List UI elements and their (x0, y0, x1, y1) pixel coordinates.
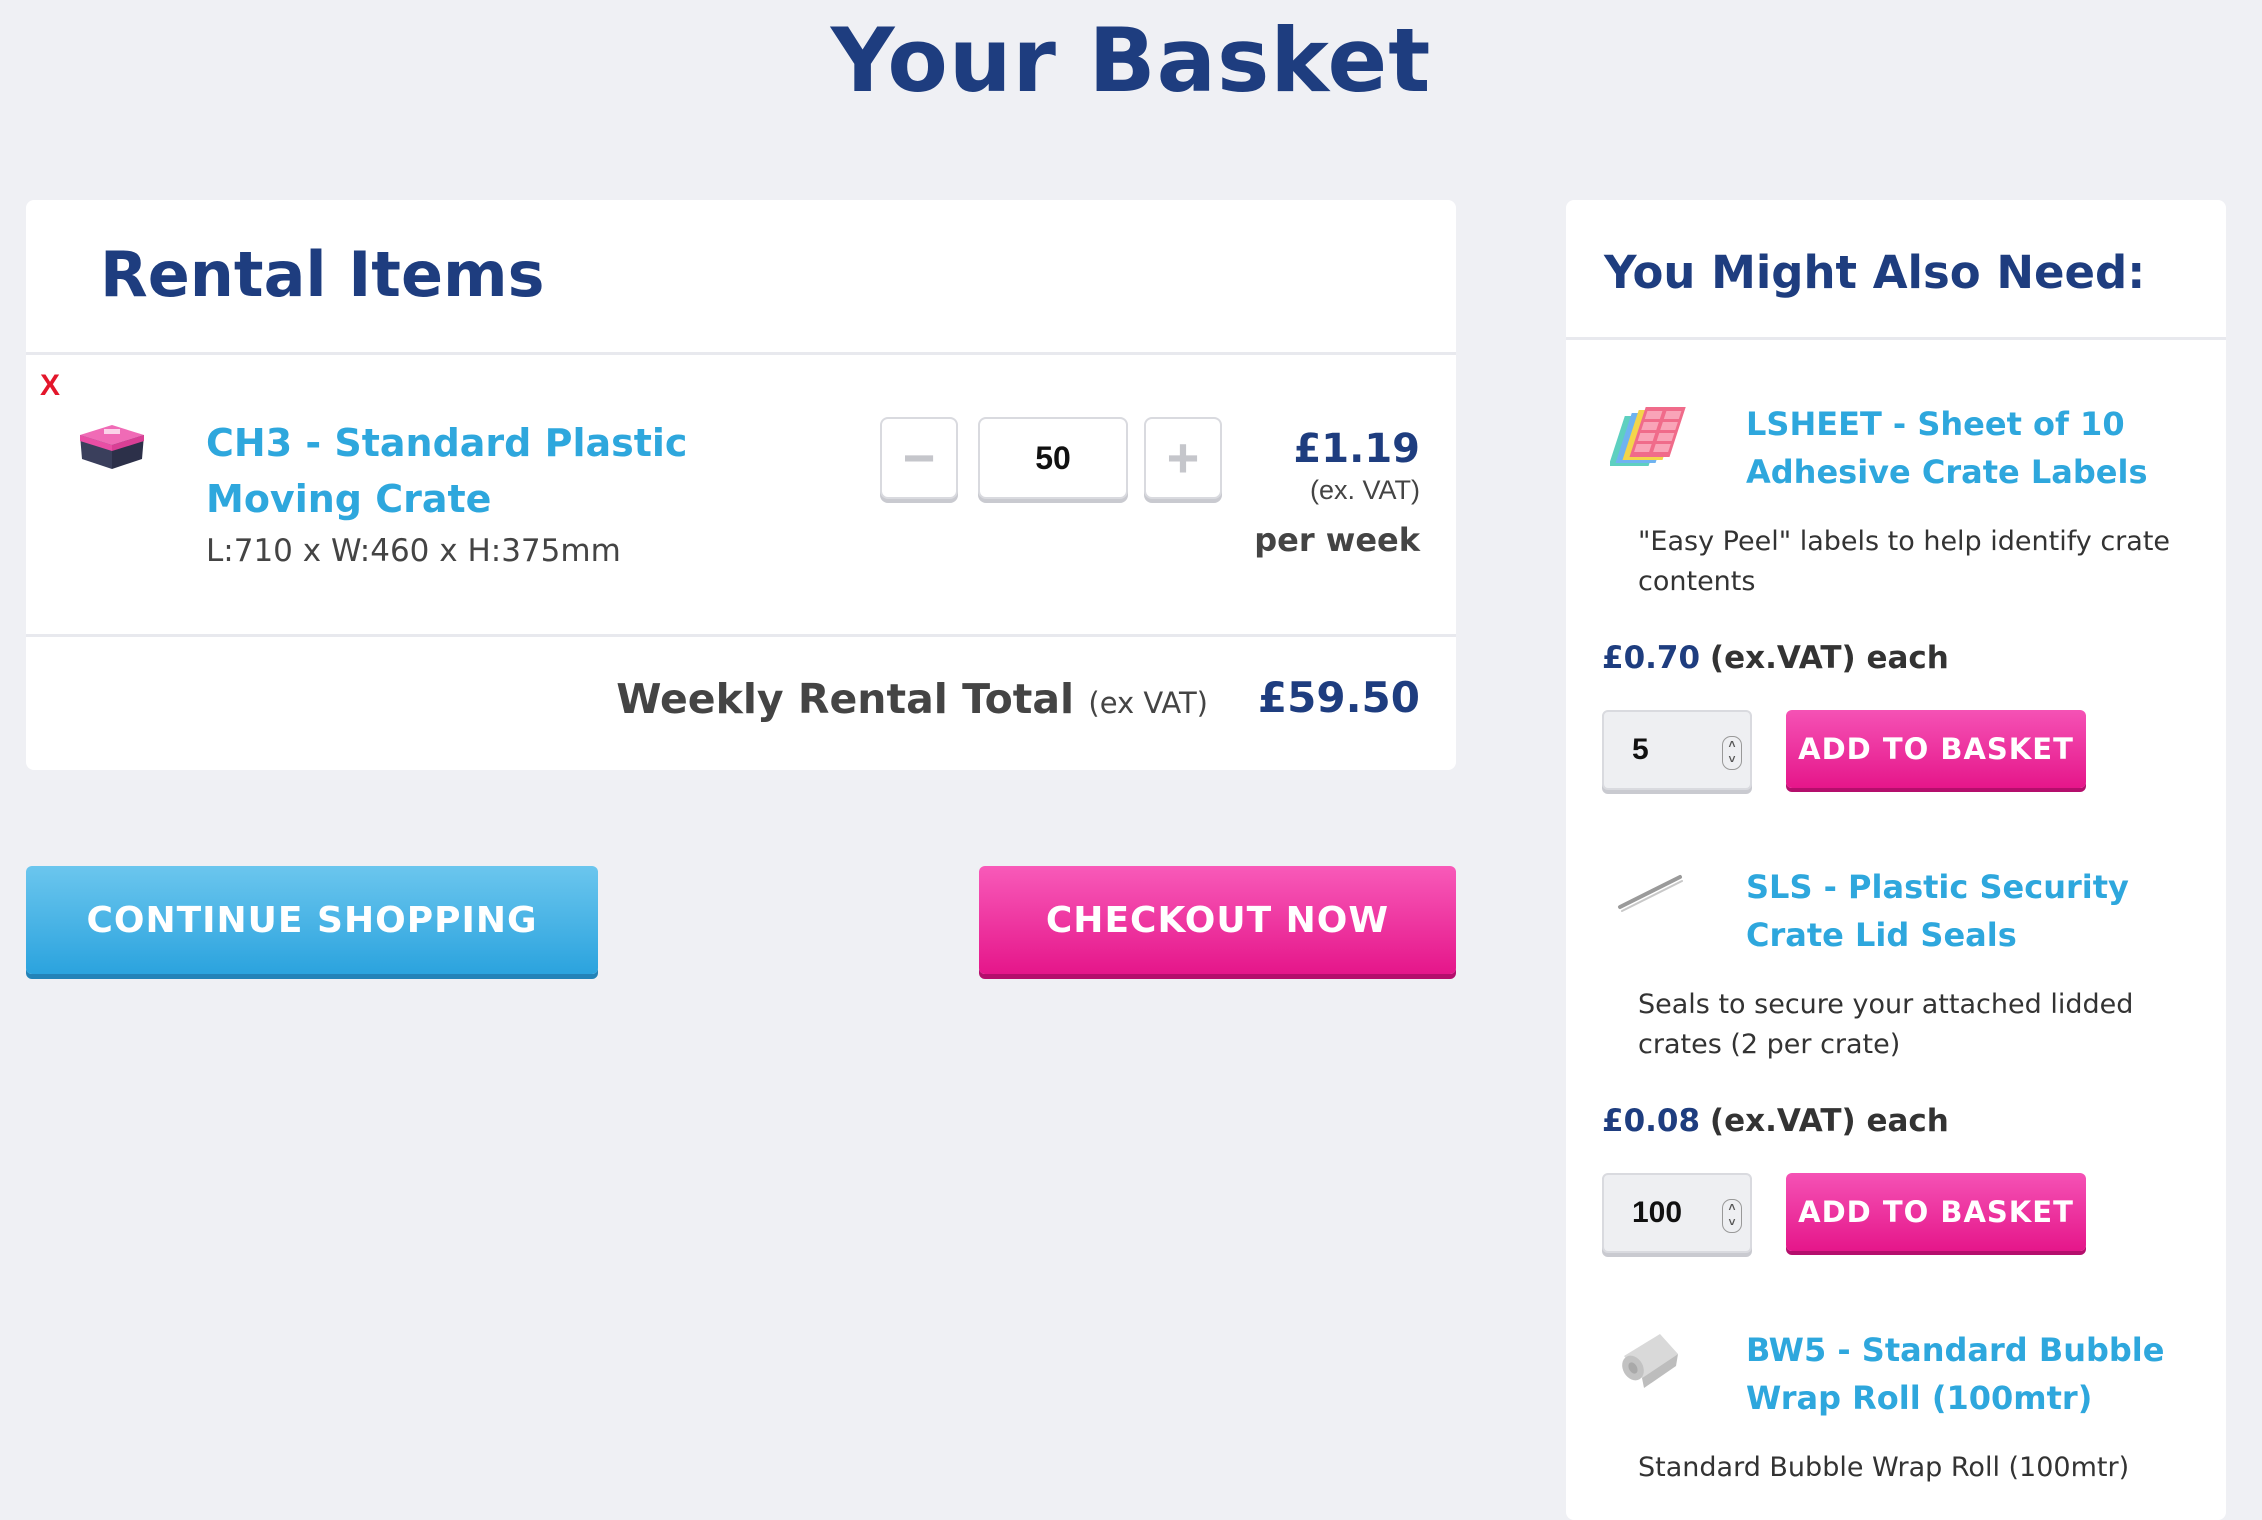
minus-icon: − (902, 426, 936, 489)
remove-item-button[interactable]: X (40, 369, 60, 403)
stepper-arrows-icon[interactable]: ˄ ˅ (1722, 736, 1742, 770)
upsell-sidebar: You Might Also Need: LSHEET - Sheet of 1… (1566, 200, 2226, 1520)
upsell-price-suffix: (ex.VAT) each (1709, 1103, 1949, 1139)
upsell-quantity-field[interactable]: 5 ˄ ˅ (1602, 710, 1752, 790)
upsell-quantity-value: 5 (1632, 733, 1649, 766)
weekly-total-text: Weekly Rental Total (616, 675, 1075, 723)
stepper-arrows-icon[interactable]: ˄ ˅ (1722, 1199, 1742, 1233)
rental-item-name-link[interactable]: CH3 - Standard Plastic Moving Crate (206, 415, 846, 527)
rental-total-row: Weekly Rental Total (ex VAT) £59.50 (26, 637, 1456, 767)
weekly-total-amount: £59.50 (1257, 673, 1420, 722)
quantity-input[interactable] (978, 417, 1128, 499)
rental-items-card: Rental Items X CH3 - Standard Plastic Mo… (26, 200, 1456, 770)
upsell-item-price: £0.70 (ex.VAT) each (1602, 640, 1949, 676)
bubble-wrap-icon (1622, 1334, 1678, 1388)
rental-items-heading: Rental Items (100, 238, 545, 311)
upsell-quantity-field[interactable]: 100 ˄ ˅ (1602, 1173, 1752, 1253)
upsell-item-price: £0.08 (ex.VAT) each (1602, 1103, 1949, 1139)
plus-icon: + (1166, 426, 1200, 489)
seal-icon (1618, 875, 1683, 912)
label-sheet-icon (1610, 407, 1686, 466)
upsell-item-name-link[interactable]: SLS - Plastic Security Crate Lid Seals (1746, 863, 2206, 959)
upsell-heading: You Might Also Need: (1604, 246, 2146, 299)
quantity-decrease-button[interactable]: − (880, 417, 958, 499)
weekly-total-label: Weekly Rental Total (ex VAT) (616, 675, 1208, 723)
page-title: Your Basket (830, 9, 1432, 112)
rental-item-dimensions: L:710 x W:460 x H:375mm (206, 533, 621, 569)
upsell-item-name-link[interactable]: BW5 - Standard Bubble Wrap Roll (100mtr) (1746, 1326, 2206, 1422)
crate-icon (80, 425, 144, 469)
continue-shopping-button[interactable]: CONTINUE SHOPPING (26, 866, 598, 974)
price-period: per week (1254, 521, 1420, 559)
rental-items-header: Rental Items (26, 200, 1456, 355)
upsell-item-name-link[interactable]: LSHEET - Sheet of 10 Adhesive Crate Labe… (1746, 400, 2206, 496)
checkout-now-button[interactable]: CHECKOUT NOW (979, 866, 1456, 974)
rental-item-price: £1.19 (ex. VAT) per week (1254, 425, 1420, 559)
unit-price: £1.19 (1293, 426, 1420, 472)
upsell-item-description: "Easy Peel" labels to help identify crat… (1638, 526, 2171, 597)
upsell-header: You Might Also Need: (1566, 200, 2226, 340)
vat-note: (ex. VAT) (1309, 475, 1420, 505)
basket-item-row: X CH3 - Standard Plastic Moving Crate L:… (26, 355, 1456, 637)
quantity-increase-button[interactable]: + (1144, 417, 1222, 499)
upsell-price-suffix: (ex.VAT) each (1709, 640, 1949, 676)
upsell-price-amount: £0.70 (1602, 640, 1701, 676)
weekly-total-vat-note: (ex VAT) (1088, 686, 1208, 720)
add-to-basket-button[interactable]: ADD TO BASKET (1786, 710, 2086, 788)
upsell-item-description: Standard Bubble Wrap Roll (100mtr) (1638, 1452, 2130, 1483)
add-to-basket-button[interactable]: ADD TO BASKET (1786, 1173, 2086, 1251)
upsell-quantity-value: 100 (1632, 1196, 1683, 1229)
upsell-price-amount: £0.08 (1602, 1103, 1701, 1139)
upsell-item-description: Seals to secure your attached lidded cra… (1638, 989, 2134, 1060)
